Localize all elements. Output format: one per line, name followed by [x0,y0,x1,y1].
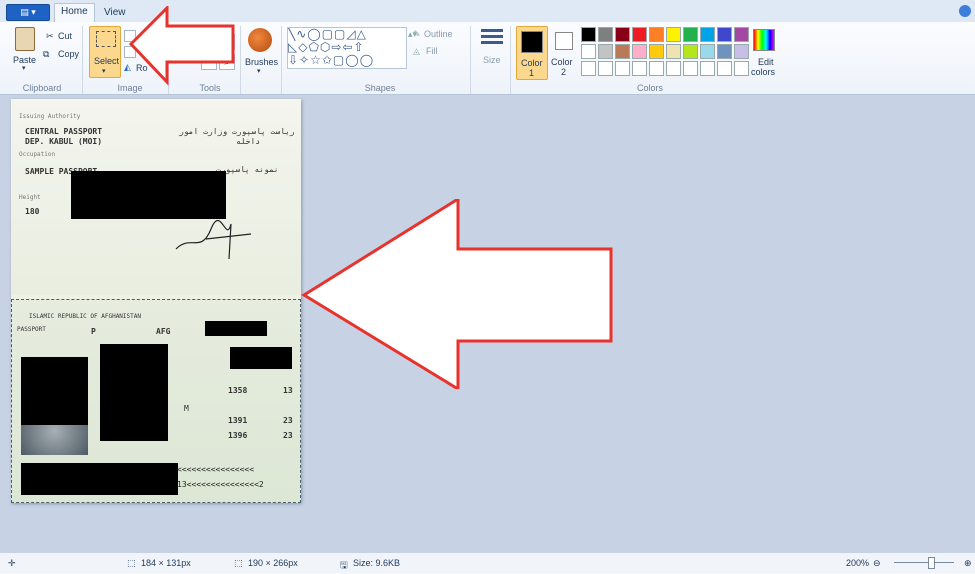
fill-icon[interactable]: ◬ [413,46,420,57]
palette-swatch[interactable] [598,27,613,42]
tab-home[interactable]: Home [54,3,95,24]
select-rectangle-icon [96,31,116,47]
color-palette [581,27,749,76]
palette-swatch[interactable] [632,61,647,76]
color1-number: 1 [529,68,535,78]
palette-swatch[interactable] [615,44,630,59]
authority-rtl-line1: ریاست پاسپورت وزارت امور [179,127,295,136]
occupation-label: Occupation [19,151,56,158]
cut-button[interactable]: Cut [58,31,72,41]
outline-button[interactable]: Outline [424,29,453,39]
status-bar: ✛ ⬚ 184 × 131px ⬚ 190 × 266px 🖫 Size: 9.… [0,552,975,573]
select-dropdown-icon: ▾ [102,68,106,75]
paint-menu-button[interactable]: ▤ ▾ [6,4,50,21]
authority-line1: CENTRAL PASSPORT [25,127,103,136]
zoom-in-button[interactable]: ⊕ [964,558,972,569]
ribbon-separator [82,26,83,94]
clipboard-group-label: Clipboard [22,83,62,93]
ribbon-separator [281,26,282,94]
brushes-icon[interactable] [248,28,272,52]
select-label: Select [94,56,120,66]
edit-colors-icon[interactable] [753,29,775,51]
palette-swatch[interactable] [734,44,749,59]
palette-swatch[interactable] [632,44,647,59]
palette-swatch[interactable] [683,61,698,76]
copy-icon[interactable]: ⧉ [43,49,49,60]
fill-button[interactable]: Fill [426,46,438,56]
palette-swatch[interactable] [581,44,596,59]
palette-swatch[interactable] [666,61,681,76]
edit-colors-label[interactable]: Edit [758,57,774,67]
red-arrow-pointing-left [128,6,235,86]
zoom-slider[interactable] [894,562,954,563]
passport-image[interactable]: Issuing Authority CENTRAL PASSPORT DEP. … [11,99,301,503]
select-button[interactable]: Select ▾ [89,26,121,78]
palette-swatch[interactable] [581,61,596,76]
color1-label: Color [521,58,543,68]
height-label: Height [19,194,41,201]
passport-page-top: Issuing Authority CENTRAL PASSPORT DEP. … [11,99,301,295]
palette-swatch[interactable] [649,44,664,59]
palette-swatch[interactable] [649,61,664,76]
palette-swatch[interactable] [683,27,698,42]
palette-swatch[interactable] [666,44,681,59]
color1-button[interactable]: Color 1 [516,26,548,80]
edit-colors-label-2[interactable]: colors [751,67,775,77]
size-icon[interactable] [481,29,503,47]
red-arrow-pointing-left [301,199,613,389]
zoom-out-button[interactable]: ⊖ [873,558,881,569]
size-button[interactable]: Size [483,55,501,65]
color1-swatch [521,31,543,53]
copy-button[interactable]: Copy [58,49,79,59]
palette-swatch[interactable] [717,27,732,42]
palette-swatch[interactable] [683,44,698,59]
colors-group-label: Colors [636,83,663,93]
palette-swatch[interactable] [598,44,613,59]
palette-swatch[interactable] [717,61,732,76]
canvas-area[interactable]: Issuing Authority CENTRAL PASSPORT DEP. … [0,95,975,552]
palette-swatch[interactable] [615,61,630,76]
paste-icon[interactable] [15,27,35,51]
palette-swatch[interactable] [649,27,664,42]
cursor-size: 184 × 131px [141,558,191,568]
color2-number: 2 [561,67,567,77]
ribbon-separator [240,26,241,94]
palette-swatch[interactable] [734,27,749,42]
color2-swatch[interactable] [555,32,573,50]
palette-swatch[interactable] [615,27,630,42]
palette-swatch[interactable] [734,61,749,76]
shapes-group-label: Shapes [364,83,396,93]
brushes-dropdown-icon[interactable]: ▾ [257,67,261,75]
cursor-position-icon: ✛ [8,558,16,568]
palette-swatch[interactable] [666,27,681,42]
palette-swatch[interactable] [581,27,596,42]
palette-swatch[interactable] [700,27,715,42]
brushes-button[interactable]: Brushes [245,57,278,67]
selection-size: 190 × 266px [248,558,298,568]
authority-line2: DEP. KABUL (MOI) [25,137,103,146]
ribbon-separator [470,26,471,94]
selection-icon: ⬚ [127,558,136,568]
height-value: 180 [25,207,40,216]
palette-swatch[interactable] [632,27,647,42]
zoom-slider-thumb[interactable] [928,557,935,569]
paste-dropdown-icon[interactable]: ▾ [22,64,26,72]
palette-swatch[interactable] [598,61,613,76]
shapes-gallery[interactable]: ╲∿◯▢▢◿△ ◺◇⬠⬡⇨⇦⇧ ⇩✧☆✩▢◯◯ [287,27,407,69]
outline-icon[interactable]: ✎ [413,29,421,40]
issuing-authority-label: Issuing Authority [19,113,81,120]
help-icon[interactable] [959,5,971,17]
color2-label[interactable]: Color [551,57,573,67]
zoom-level: 200% [846,558,870,568]
palette-swatch[interactable] [700,44,715,59]
signature [175,220,252,260]
image-size-icon: ⬚ [234,558,243,568]
authority-rtl-line2: داخله [236,137,261,146]
selection-rectangle[interactable] [11,299,301,503]
cut-icon[interactable]: ✂ [46,31,54,42]
ribbon-separator [510,26,511,94]
file-size: Size: 9.6KB [353,558,401,568]
palette-swatch[interactable] [717,44,732,59]
palette-swatch[interactable] [700,61,715,76]
